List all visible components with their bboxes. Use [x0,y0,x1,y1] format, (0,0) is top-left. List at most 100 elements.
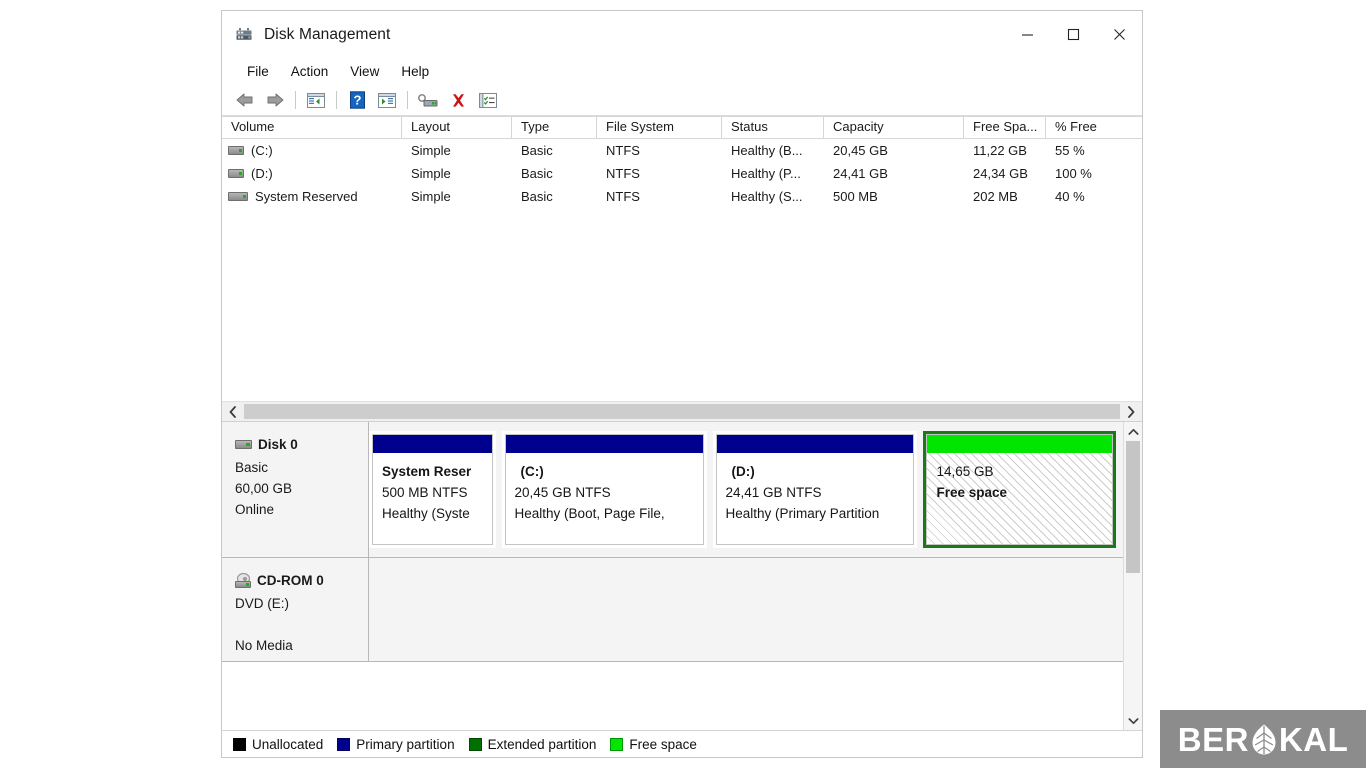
delete-volume-button[interactable] [445,88,471,112]
partition-free-space[interactable]: 14,65 GB Free space [923,431,1116,548]
volume-label: (D:) [251,166,273,181]
vertical-scroll-thumb[interactable] [1126,441,1140,573]
properties-button[interactable] [475,88,501,112]
rescan-disks-button[interactable] [415,88,441,112]
volume-list-horizontal-scrollbar[interactable] [222,401,1142,421]
volume-cell-capacity: 20,45 GB [833,143,888,158]
horizontal-scroll-thumb[interactable] [244,404,1120,419]
partition-d[interactable]: (D:) 24,41 GB NTFS Healthy (Primary Part… [712,431,918,548]
watermark: BER KAL [1160,710,1366,768]
window-title: Disk Management [264,25,391,43]
volume-cell-capacity: 500 MB [833,189,878,204]
disk-management-window: Disk Management File Action View Help ? … [221,10,1143,758]
partition-status: Healthy (Boot, Page File, [514,506,665,521]
volume-cell-name: (C:) [222,143,402,158]
back-button[interactable] [232,88,258,112]
partition-inner: 14,65 GB Free space [926,434,1113,545]
toolbar-separator [295,91,296,109]
menu-bar: File Action View Help [222,58,1142,85]
volume-cell-type: Basic [521,189,553,204]
volume-cell-percent-free: 100 % [1055,166,1092,181]
partition-status: Healthy (Syste [382,506,470,521]
volume-cell-status: Healthy (B... [731,143,803,158]
partition-details: 14,65 GB Free space [927,453,1112,544]
partition-label: (D:) [731,464,755,479]
volume-cell-status: Healthy (P... [731,166,801,181]
legend-bar: Unallocated Primary partition Extended p… [222,730,1142,757]
disk-info-cdrom0[interactable]: CD-ROM 0 DVD (E:) No Media [222,558,369,661]
disk-partitions-disk0: System Reser 500 MB NTFS Healthy (Syste [369,422,1123,557]
menu-action[interactable]: Action [280,61,340,82]
partition-color-bar [716,435,914,453]
disk-info-disk0[interactable]: Disk 0 Basic 60,00 GB Online [222,422,369,557]
menu-file[interactable]: File [236,61,280,82]
disk-size: 60,00 GB [235,481,293,496]
volume-cell-capacity: 24,41 GB [833,166,888,181]
column-header-free-space[interactable]: Free Spa... [964,117,1046,138]
chevron-down-icon[interactable] [1124,711,1142,730]
volume-list-header: Volume Layout Type File System Status Ca… [222,116,1142,139]
horizontal-scroll-track[interactable] [244,402,1120,421]
menu-help[interactable]: Help [390,61,440,82]
show-hide-action-pane-button[interactable] [374,88,400,112]
disk-partitions-cdrom0 [369,558,1123,661]
forward-button[interactable] [262,88,288,112]
disk-name: Disk 0 [258,437,298,452]
partition-c[interactable]: (C:) 20,45 GB NTFS Healthy (Boot, Page F… [501,431,707,548]
watermark-text-after: KAL [1278,720,1349,758]
legend-item-primary-partition: Primary partition [337,737,455,752]
graphical-view-vertical-scrollbar[interactable] [1123,422,1142,730]
legend-label-unallocated: Unallocated [252,736,324,752]
close-button[interactable] [1096,11,1142,58]
volume-cell-free-space: 202 MB [973,189,1018,204]
table-row[interactable]: (C:) Simple Basic NTFS Healthy (B... 20,… [222,139,1142,162]
partition-system-reserved[interactable]: System Reser 500 MB NTFS Healthy (Syste [369,431,496,548]
volume-list-pane: Volume Layout Type File System Status Ca… [222,116,1142,422]
partition-label: System Reser [382,464,472,479]
chevron-up-icon[interactable] [1124,422,1142,441]
disk-title: CD-ROM 0 [235,570,368,591]
column-header-file-system[interactable]: File System [597,117,722,138]
help-button[interactable]: ? [344,88,370,112]
partition-details: System Reser 500 MB NTFS Healthy (Syste [373,453,492,544]
volume-cell-file-system: NTFS [606,166,640,181]
legend-label-free-space: Free space [629,736,697,752]
graphical-view-body: Disk 0 Basic 60,00 GB Online System Rese… [222,422,1123,730]
column-header-status[interactable]: Status [722,117,824,138]
partition-size-fs: 500 MB NTFS [382,485,468,500]
volume-cell-type: Basic [521,143,553,158]
minimize-button[interactable] [1004,11,1050,58]
volume-cell-layout: Simple [411,166,451,181]
volume-drive-icon [228,146,244,155]
volume-drive-icon [228,192,248,201]
legend-swatch-primary-partition [337,737,351,751]
partition-size-fs: 24,41 GB NTFS [725,485,822,500]
legend-swatch-unallocated [233,737,246,751]
screenshot-root: Disk Management File Action View Help ? … [0,0,1366,768]
show-hide-console-tree-button[interactable] [303,88,329,112]
disk-type: DVD (E:) [235,596,289,611]
table-row[interactable]: (D:) Simple Basic NTFS Healthy (P... 24,… [222,162,1142,185]
disk-icon [235,440,252,449]
partition-inner: (D:) 24,41 GB NTFS Healthy (Primary Part… [715,434,915,545]
table-row[interactable]: System Reserved Simple Basic NTFS Health… [222,185,1142,208]
volume-label: System Reserved [255,189,358,204]
vertical-scroll-track[interactable] [1124,441,1142,711]
disk-state: Online [235,502,275,517]
partition-label: (C:) [520,464,544,479]
column-header-percent-free[interactable]: % Free [1046,117,1126,138]
column-header-layout[interactable]: Layout [402,117,512,138]
partition-size-fs: 20,45 GB NTFS [514,485,611,500]
chevron-left-icon[interactable] [222,402,244,421]
disk-management-icon [235,26,253,44]
column-header-capacity[interactable]: Capacity [824,117,964,138]
graphical-view-pane: Disk 0 Basic 60,00 GB Online System Rese… [222,422,1142,730]
partition-status: Free space [936,485,1008,500]
volume-cell-layout: Simple [411,189,451,204]
maximize-button[interactable] [1050,11,1096,58]
column-header-type[interactable]: Type [512,117,597,138]
toolbar-separator [336,91,337,109]
chevron-right-icon[interactable] [1120,402,1142,421]
menu-view[interactable]: View [339,61,390,82]
column-header-volume[interactable]: Volume [222,117,402,138]
